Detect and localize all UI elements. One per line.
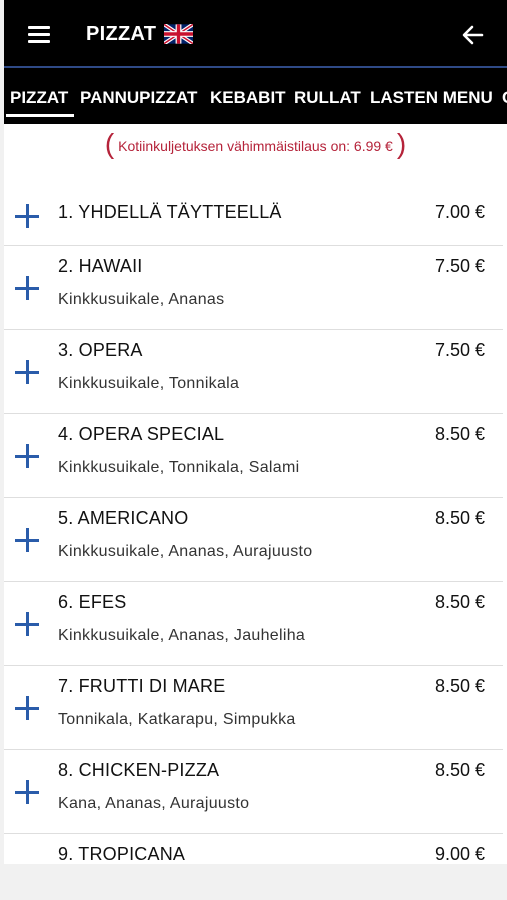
item-name: 4. OPERA SPECIAL — [58, 424, 225, 444]
add-item-icon[interactable] — [15, 360, 39, 384]
min-order-notice: (Kotiinkuljetuksen vähimmäistilaus on: 6… — [4, 128, 507, 162]
notice-text: Kotiinkuljetuksen vähimmäistilaus on: 6.… — [118, 138, 393, 154]
item-price: 8.50 € — [434, 760, 485, 780]
page-title: PIZZAT — [86, 23, 157, 45]
item-price: 8.50 € — [434, 592, 485, 612]
menu-item[interactable]: 4. OPERA SPECIAL 8.50 € Kinkkusuikale, T… — [4, 414, 503, 498]
active-tab-indicator — [6, 114, 74, 117]
item-name: 1. YHDELLÄ TÄYTTEELLÄ — [58, 202, 282, 222]
menu-item[interactable]: 5. AMERICANO 8.50 € Kinkkusuikale, Anana… — [4, 498, 503, 582]
item-toppings: Kana, Ananas, Aurajuusto — [58, 795, 250, 812]
category-tabs: PIZZAT PANNUPIZZAT KEBABIT RULLAT LASTEN… — [4, 68, 507, 124]
item-name: 3. OPERA — [58, 340, 143, 360]
uk-flag-icon[interactable] — [164, 24, 193, 44]
menu-item[interactable]: 1. YHDELLÄ TÄYTTEELLÄ 7.00 € — [4, 170, 503, 246]
item-price: 9.00 € — [434, 844, 485, 864]
item-name: 7. FRUTTI DI MARE — [58, 676, 226, 696]
tab-rullat[interactable]: RULLAT — [294, 88, 361, 108]
add-item-icon[interactable] — [15, 696, 39, 720]
back-arrow-icon[interactable] — [461, 23, 485, 47]
tab-lasten-menu[interactable]: LASTEN MENU — [370, 88, 493, 108]
tab-kebabit[interactable]: KEBABIT — [210, 88, 286, 108]
item-name: 2. HAWAII — [58, 256, 143, 276]
item-price: 7.00 € — [434, 202, 485, 222]
tab-pannupizzat[interactable]: PANNUPIZZAT — [80, 88, 197, 108]
bottom-system-bar — [0, 864, 507, 900]
item-name: 6. EFES — [58, 592, 127, 612]
item-toppings: Kinkkusuikale, Ananas, Aurajuusto — [58, 543, 313, 560]
item-price: 8.50 € — [434, 676, 485, 696]
menu-item[interactable]: 8. CHICKEN-PIZZA 8.50 € Kana, Ananas, Au… — [4, 750, 503, 834]
item-price: 8.50 € — [434, 424, 485, 444]
add-item-icon[interactable] — [15, 204, 39, 228]
item-name: 9. TROPICANA — [58, 844, 186, 864]
item-toppings: Tonnikala, Katkarapu, Simpukka — [58, 711, 296, 728]
item-price: 7.50 € — [434, 340, 485, 360]
app-screen: PIZZAT PIZZAT PANNUPIZZAT KEBABIT RULLAT… — [4, 0, 507, 864]
menu-item[interactable]: 6. EFES 8.50 € Kinkkusuikale, Ananas, Ja… — [4, 582, 503, 666]
menu-item[interactable]: 7. FRUTTI DI MARE 8.50 € Tonnikala, Katk… — [4, 666, 503, 750]
notice-close-paren: ) — [396, 128, 407, 159]
item-toppings: Kinkkusuikale, Ananas — [58, 291, 225, 308]
add-item-icon[interactable] — [15, 528, 39, 552]
item-name: 5. AMERICANO — [58, 508, 189, 528]
item-price: 8.50 € — [434, 508, 485, 528]
hamburger-menu-icon[interactable] — [28, 26, 50, 44]
tab-pizzat[interactable]: PIZZAT — [10, 88, 68, 108]
item-toppings: Kinkkusuikale, Tonnikala — [58, 375, 240, 392]
menu-item[interactable]: 9. TROPICANA 9.00 € — [4, 834, 503, 864]
top-bar: PIZZAT — [4, 0, 507, 68]
tab-partial-next[interactable]: C — [502, 88, 507, 108]
add-item-icon[interactable] — [15, 276, 39, 300]
add-item-icon[interactable] — [15, 780, 39, 804]
notice-open-paren: ( — [104, 128, 115, 159]
menu-item-list: 1. YHDELLÄ TÄYTTEELLÄ 7.00 € 2. HAWAII 7… — [4, 170, 507, 864]
item-price: 7.50 € — [434, 256, 485, 276]
item-toppings: Kinkkusuikale, Tonnikala, Salami — [58, 459, 300, 476]
menu-item[interactable]: 2. HAWAII 7.50 € Kinkkusuikale, Ananas — [4, 246, 503, 330]
add-item-icon[interactable] — [15, 612, 39, 636]
item-toppings: Kinkkusuikale, Ananas, Jauheliha — [58, 627, 306, 644]
menu-item[interactable]: 3. OPERA 7.50 € Kinkkusuikale, Tonnikala — [4, 330, 503, 414]
item-name: 8. CHICKEN-PIZZA — [58, 760, 220, 780]
add-item-icon[interactable] — [15, 444, 39, 468]
